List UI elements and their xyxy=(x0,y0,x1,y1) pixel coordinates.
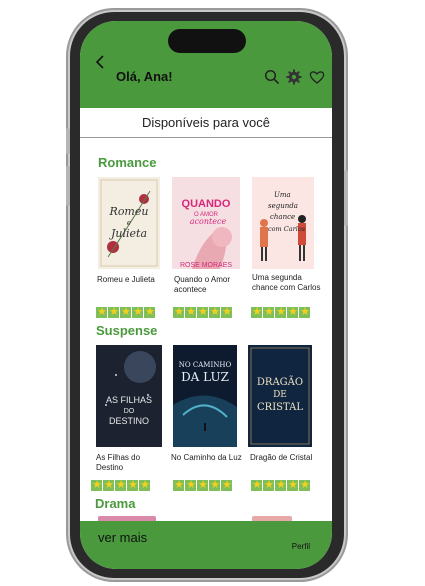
rating-stars: ★ ★ ★ ★ ★ xyxy=(96,306,156,318)
section-title-suspense: Suspense xyxy=(96,323,158,338)
star-icon: ★ xyxy=(275,479,286,491)
cover-text: DO xyxy=(124,408,135,415)
book-cover-no-caminho-da-luz[interactable]: NO CAMINHO DA LUZ xyxy=(173,345,237,447)
cover-text: DA LUZ xyxy=(181,370,229,384)
camera-notch xyxy=(168,29,246,53)
star-icon: ★ xyxy=(263,479,274,491)
cover-text: DE xyxy=(273,390,287,400)
book-title[interactable]: Romeu e Julieta xyxy=(97,275,165,285)
star-icon: ★ xyxy=(91,479,102,491)
cover-text: ROSE MORAES xyxy=(180,262,232,269)
section-title-drama: Drama xyxy=(95,496,136,511)
book-title[interactable]: Uma segunda chance com Carlos xyxy=(252,273,324,293)
cover-text: Uma xyxy=(274,191,291,199)
star-icon: ★ xyxy=(287,306,298,318)
cover-text: DESTINO xyxy=(109,416,149,426)
star-icon: ★ xyxy=(103,479,114,491)
star-icon: ★ xyxy=(185,306,196,318)
star-icon: ★ xyxy=(115,479,126,491)
star-icon: ★ xyxy=(173,479,184,491)
cover-text: DRAGÃO xyxy=(257,376,303,388)
star-icon: ★ xyxy=(221,479,232,491)
star-icon: ★ xyxy=(132,306,143,318)
star-icon: ★ xyxy=(209,306,220,318)
star-icon: ★ xyxy=(251,479,262,491)
cover-text: chance xyxy=(270,213,295,221)
star-icon: ★ xyxy=(108,306,119,318)
star-icon: ★ xyxy=(275,306,286,318)
star-icon: ★ xyxy=(173,306,184,318)
book-title[interactable]: As Filhas do Destino xyxy=(96,453,162,473)
star-icon: ★ xyxy=(287,479,298,491)
star-icon: ★ xyxy=(120,306,131,318)
heart-icon[interactable] xyxy=(309,69,325,85)
cover-text: NO CAMINHO xyxy=(179,361,232,369)
cover-text: e xyxy=(127,219,131,227)
ver-mais-link[interactable]: ver mais xyxy=(98,530,147,545)
bottom-bar: ver mais Perfil xyxy=(80,521,332,569)
book-title[interactable]: Quando o Amor acontece xyxy=(174,275,240,295)
rating-stars: ★ ★ ★ ★ ★ xyxy=(91,479,151,491)
section-title-romance: Romance xyxy=(98,155,157,170)
page-title: Disponíveis para você xyxy=(80,108,332,138)
cover-text: CRISTAL xyxy=(257,402,303,413)
star-icon: ★ xyxy=(251,306,262,318)
rating-stars: ★ ★ ★ ★ ★ xyxy=(173,306,233,318)
rating-stars: ★ ★ ★ ★ ★ xyxy=(251,479,311,491)
book-title[interactable]: Dragão de Cristal xyxy=(250,453,322,463)
star-icon: ★ xyxy=(197,479,208,491)
cover-text: com Carlos xyxy=(268,225,306,233)
star-icon: ★ xyxy=(299,479,310,491)
star-icon: ★ xyxy=(185,479,196,491)
book-cover-uma-segunda-chance[interactable]: Uma segunda chance com Carlos xyxy=(252,177,314,269)
cover-text: Julieta xyxy=(109,227,147,240)
side-button xyxy=(66,166,70,206)
star-icon: ★ xyxy=(139,479,150,491)
book-cover-romeu-e-julieta[interactable]: Romeu e Julieta xyxy=(98,177,160,269)
star-icon: ★ xyxy=(209,479,220,491)
cover-text: AS FILHAS xyxy=(106,395,152,405)
search-icon[interactable] xyxy=(264,69,280,85)
star-icon: ★ xyxy=(197,306,208,318)
gear-icon[interactable] xyxy=(286,69,302,85)
perfil-link[interactable]: Perfil xyxy=(292,542,310,551)
book-cover-as-filhas-do-destino[interactable]: AS FILHAS DO DESTINO xyxy=(96,345,162,447)
star-icon: ★ xyxy=(144,306,155,318)
greeting: Olá, Ana! xyxy=(116,69,173,84)
star-icon: ★ xyxy=(127,479,138,491)
cover-text: Romeu xyxy=(109,205,149,218)
star-icon: ★ xyxy=(221,306,232,318)
cover-text: segunda xyxy=(268,202,298,210)
side-button xyxy=(344,170,348,226)
rating-stars: ★ ★ ★ ★ ★ xyxy=(173,479,233,491)
star-icon: ★ xyxy=(96,306,107,318)
side-button xyxy=(66,128,70,154)
app-screen: Olá, Ana! Disponíveis para você Romance … xyxy=(80,21,332,569)
book-cover-quando-o-amor-acontece[interactable]: QUANDO O AMOR acontece ROSE MORAES xyxy=(172,177,240,269)
book-title[interactable]: No Caminho da Luz xyxy=(171,453,243,463)
cover-text: QUANDO xyxy=(182,198,231,210)
cover-text: acontece xyxy=(190,217,227,226)
rating-stars: ★ ★ ★ ★ ★ xyxy=(251,306,311,318)
star-icon: ★ xyxy=(299,306,310,318)
star-icon: ★ xyxy=(263,306,274,318)
back-icon[interactable] xyxy=(94,55,106,69)
book-cover-dragao-de-cristal[interactable]: DRAGÃO DE CRISTAL xyxy=(248,345,312,447)
